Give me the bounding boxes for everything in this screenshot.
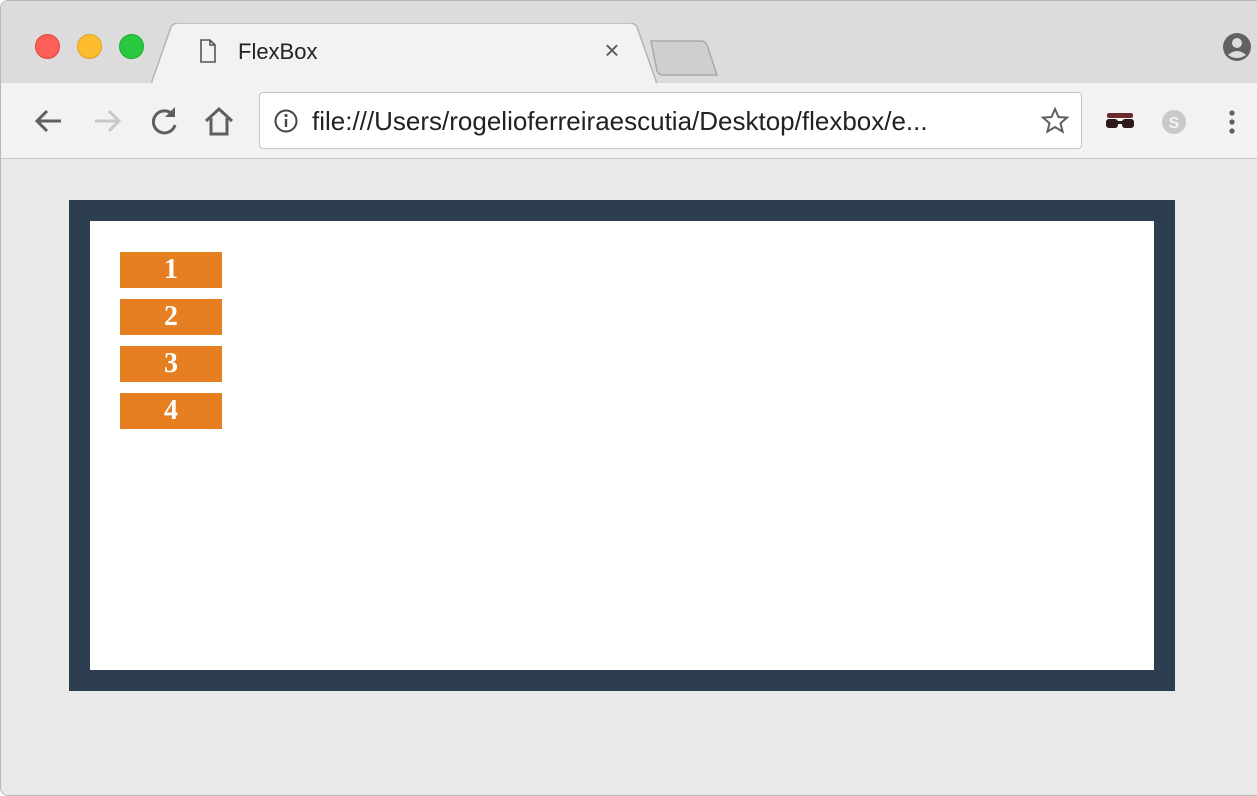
flex-item-2: 2	[120, 299, 222, 335]
forward-arrow-icon[interactable]	[89, 103, 125, 139]
tab-title: FlexBox	[238, 39, 318, 64]
home-icon[interactable]	[201, 103, 237, 139]
address-bar[interactable]: file:///Users/rogelioferreiraescutia/Des…	[259, 92, 1082, 149]
new-tab-button[interactable]	[649, 39, 719, 77]
flex-items: 1 2 3 4	[120, 252, 222, 429]
active-tab[interactable]	[151, 23, 671, 84]
tab-close-button[interactable]: ×	[599, 37, 625, 63]
zoom-window-button[interactable]	[119, 34, 144, 59]
flex-container: 1 2 3 4	[69, 200, 1175, 691]
page-viewport: 1 2 3 4	[1, 160, 1257, 795]
info-icon[interactable]	[273, 108, 299, 134]
flex-item-1: 1	[120, 252, 222, 288]
minimize-window-button[interactable]	[77, 34, 102, 59]
flex-item-3: 3	[120, 346, 222, 382]
svg-text:S: S	[1169, 115, 1180, 132]
browser-window: FlexBox × file:///Users/rogelioferreirae…	[0, 0, 1257, 796]
url-text[interactable]: file:///Users/rogelioferreiraescutia/Des…	[312, 106, 928, 137]
skype-icon[interactable]: S	[1157, 107, 1191, 137]
reload-icon[interactable]	[146, 103, 182, 139]
kebab-menu-icon[interactable]	[1217, 107, 1247, 137]
browser-toolbar: file:///Users/rogelioferreiraescutia/Des…	[1, 83, 1257, 159]
profile-icon[interactable]	[1221, 31, 1253, 63]
tab-strip: FlexBox ×	[1, 1, 1257, 84]
star-icon[interactable]	[1040, 106, 1070, 136]
back-arrow-icon[interactable]	[31, 103, 67, 139]
page-icon	[200, 39, 216, 63]
incognito-glasses-icon[interactable]	[1103, 107, 1137, 137]
flex-item-4: 4	[120, 393, 222, 429]
close-window-button[interactable]	[35, 34, 60, 59]
